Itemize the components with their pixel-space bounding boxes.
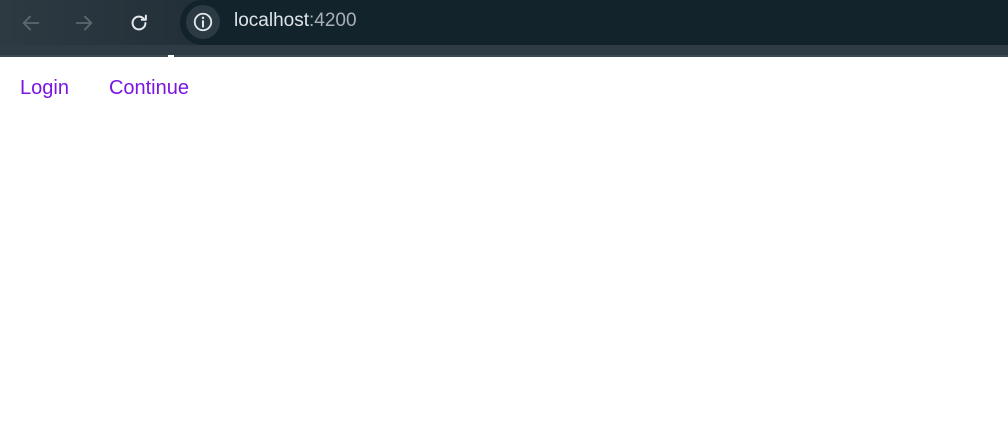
arrow-right-icon	[75, 15, 93, 31]
reload-button[interactable]	[121, 5, 157, 41]
site-info-button[interactable]	[186, 5, 220, 39]
tab-notch	[168, 55, 174, 57]
page-link-list: Login Continue	[20, 76, 189, 100]
url-text[interactable]: localhost:4200	[234, 10, 357, 32]
arrow-left-icon	[22, 15, 40, 31]
login-link[interactable]: Login	[20, 76, 69, 100]
url-host: localhost	[234, 10, 309, 31]
toolbar-divider	[0, 55, 1008, 57]
url-port: :4200	[309, 10, 357, 31]
info-icon	[193, 12, 213, 32]
browser-toolbar-bottom	[0, 45, 1008, 55]
forward-button[interactable]	[66, 5, 102, 41]
reload-icon	[131, 14, 147, 31]
continue-link[interactable]: Continue	[109, 76, 189, 100]
back-button[interactable]	[13, 5, 49, 41]
